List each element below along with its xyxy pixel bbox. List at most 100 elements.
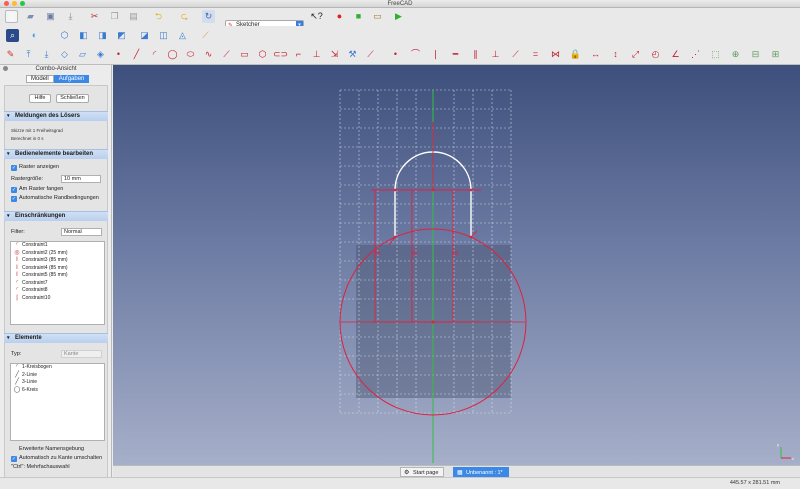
isometric-view-icon[interactable]: ⬡	[58, 29, 71, 42]
constrain-radius-icon[interactable]: ◴	[649, 48, 662, 61]
whats-this-icon[interactable]: ↖?	[310, 10, 323, 23]
select-origin-icon[interactable]: ⊕	[729, 48, 742, 61]
constrain-parallel-icon[interactable]: ∥	[469, 48, 482, 61]
constrain-lock-icon[interactable]: 🔒	[569, 48, 582, 61]
list-item[interactable]: ╱ 3-Linie	[11, 379, 104, 387]
list-item[interactable]: ◜ Constraint8	[11, 287, 104, 295]
trim-icon[interactable]: ⊥	[310, 48, 323, 61]
edit-macro-icon[interactable]: ▭	[371, 10, 384, 23]
constrain-distance-icon[interactable]: ⤢	[629, 48, 642, 61]
list-item[interactable]: ❘ Constraint10	[11, 295, 104, 303]
help-button[interactable]: Hilfe	[29, 94, 51, 103]
new-file-icon[interactable]: ▯	[5, 10, 18, 23]
tab-start-page[interactable]: ⚙ Start page	[400, 467, 445, 477]
filter-select[interactable]: Normal	[61, 228, 102, 236]
elements-header[interactable]: ▾ Elemente	[4, 333, 108, 343]
sketch-canvas[interactable]: ⊢ 85 85 85 y x	[113, 65, 800, 465]
list-item[interactable]: ◜ Constraint7	[11, 280, 104, 288]
constrain-point-on-object-icon[interactable]: ⌒	[409, 48, 422, 61]
select-vertical-axis-icon[interactable]: ⊞	[769, 48, 782, 61]
dimension-labels: ⊢ 85 85 85	[375, 132, 459, 257]
cut-icon[interactable]: ✂	[88, 10, 101, 23]
constrain-equal-icon[interactable]: =	[529, 48, 542, 61]
construction-mode-icon[interactable]: ⟋	[364, 48, 377, 61]
polyline-icon[interactable]: ⟋	[220, 48, 233, 61]
slot-icon[interactable]: ⊂⊃	[273, 48, 288, 61]
list-item[interactable]: ◎ Constraint2 (25 mm)	[11, 250, 104, 258]
copy-icon[interactable]: ❐	[108, 10, 121, 23]
map-sketch-icon[interactable]: ▱	[76, 48, 89, 61]
measure-distance-icon[interactable]: ⟋	[199, 29, 212, 42]
close-button[interactable]: Schließen	[56, 94, 89, 103]
save-as-icon[interactable]: ⤓	[64, 10, 77, 23]
constrain-coincident-icon[interactable]: •	[389, 48, 402, 61]
bottom-view-icon[interactable]: ◫	[157, 29, 170, 42]
snap-grid-checkbox[interactable]: ✓	[11, 187, 17, 193]
leave-sketch-icon[interactable]: ⤓	[40, 48, 53, 61]
redo-icon[interactable]: ⮎	[178, 10, 191, 23]
grid-size-input[interactable]: 10 mm	[61, 175, 101, 183]
refresh-icon[interactable]: ↻	[202, 10, 215, 23]
rectangle-icon[interactable]: ▭	[238, 48, 251, 61]
paste-icon[interactable]: ▤	[127, 10, 140, 23]
constrain-symmetric-icon[interactable]: ⋈	[549, 48, 562, 61]
type-select[interactable]: Kante	[61, 350, 102, 358]
save-icon[interactable]: ▣	[44, 10, 57, 23]
edit-sketch-icon[interactable]: ⤒	[22, 48, 35, 61]
extended-naming-label[interactable]: Erweiterte Namensgebung	[19, 446, 84, 452]
select-constraints-icon[interactable]: ⬚	[709, 48, 722, 61]
close-panel-icon[interactable]	[3, 66, 8, 71]
view-sketch-icon[interactable]: ◇	[58, 48, 71, 61]
select-horizontal-axis-icon[interactable]: ⊟	[749, 48, 762, 61]
list-item[interactable]: I Constraint5 (85 mm)	[11, 272, 104, 280]
open-file-icon[interactable]: ▰	[24, 10, 37, 23]
constrain-angle-icon[interactable]: ∠	[669, 48, 682, 61]
list-item[interactable]: ◜ 1-Kreisbogen	[11, 364, 104, 372]
constrain-perpendicular-icon[interactable]: ⊥	[489, 48, 502, 61]
undo-icon[interactable]: ⮌	[152, 10, 165, 23]
reorient-sketch-icon[interactable]: ◈	[94, 48, 107, 61]
run-macro-icon[interactable]: ▶	[392, 10, 405, 23]
conic-icon[interactable]: ⬭	[184, 48, 197, 61]
line-icon[interactable]: ╱	[130, 48, 143, 61]
rear-view-icon[interactable]: ◪	[138, 29, 151, 42]
list-item[interactable]: I Constraint3 (85 mm)	[11, 257, 104, 265]
polygon-icon[interactable]: ⬡	[256, 48, 269, 61]
constraints-header[interactable]: ▾ Einschränkungen	[4, 211, 108, 221]
list-item[interactable]: I Constraint4 (85 mm)	[11, 265, 104, 273]
right-view-icon[interactable]: ◩	[115, 29, 128, 42]
arc-icon[interactable]: ◜	[148, 48, 161, 61]
front-view-icon[interactable]: ◧	[77, 29, 90, 42]
new-sketch-icon[interactable]: ✎	[4, 48, 17, 61]
fillet-icon[interactable]: ⌐	[292, 48, 305, 61]
record-macro-icon[interactable]: ●	[333, 10, 346, 23]
auto-switch-checkbox[interactable]: ✓	[11, 456, 17, 462]
circle-icon[interactable]: ◯	[166, 48, 179, 61]
bspline-icon[interactable]: ∿	[202, 48, 215, 61]
edit-controls-header[interactable]: ▾ Bedienelemente bearbeiten	[4, 149, 108, 159]
constrain-vertical-distance-icon[interactable]: ↕	[609, 48, 622, 61]
list-item[interactable]: ╱ 2-Linie	[11, 372, 104, 380]
external-geometry-icon[interactable]: ⚒	[346, 48, 359, 61]
fit-all-icon[interactable]: ⌕	[6, 29, 19, 42]
point-icon[interactable]: •	[112, 48, 125, 61]
solver-messages-header[interactable]: ▾ Meldungen des Lösers	[4, 111, 108, 121]
tab-aufgaben[interactable]: Aufgaben	[53, 75, 90, 83]
list-item[interactable]: ◯ 6-Kreis	[11, 387, 104, 395]
left-view-icon[interactable]: ◬	[176, 29, 189, 42]
extend-icon[interactable]: ⇲	[328, 48, 341, 61]
constrain-horizontal-distance-icon[interactable]: ↔	[589, 48, 602, 61]
constrain-snell-icon[interactable]: ⋰	[689, 48, 702, 61]
constrain-horizontal-icon[interactable]: ━	[449, 48, 462, 61]
tab-unbenannt[interactable]: ▦ Unbenannt : 1*	[453, 467, 509, 477]
auto-constraints-checkbox[interactable]: ✓	[11, 196, 17, 202]
list-item[interactable]: ◜ Constraint1	[11, 242, 104, 250]
constrain-vertical-icon[interactable]: ❘	[429, 48, 442, 61]
tab-modell[interactable]: Modell	[26, 75, 54, 83]
3d-viewport[interactable]: ⊢ 85 85 85 y x	[113, 65, 800, 465]
show-grid-checkbox[interactable]: ✓	[11, 165, 17, 171]
top-view-icon[interactable]: ◨	[96, 29, 109, 42]
stop-macro-icon[interactable]: ■	[352, 10, 365, 23]
constrain-tangent-icon[interactable]: ⟋	[509, 48, 522, 61]
draw-style-icon[interactable]: ◐	[28, 29, 41, 42]
